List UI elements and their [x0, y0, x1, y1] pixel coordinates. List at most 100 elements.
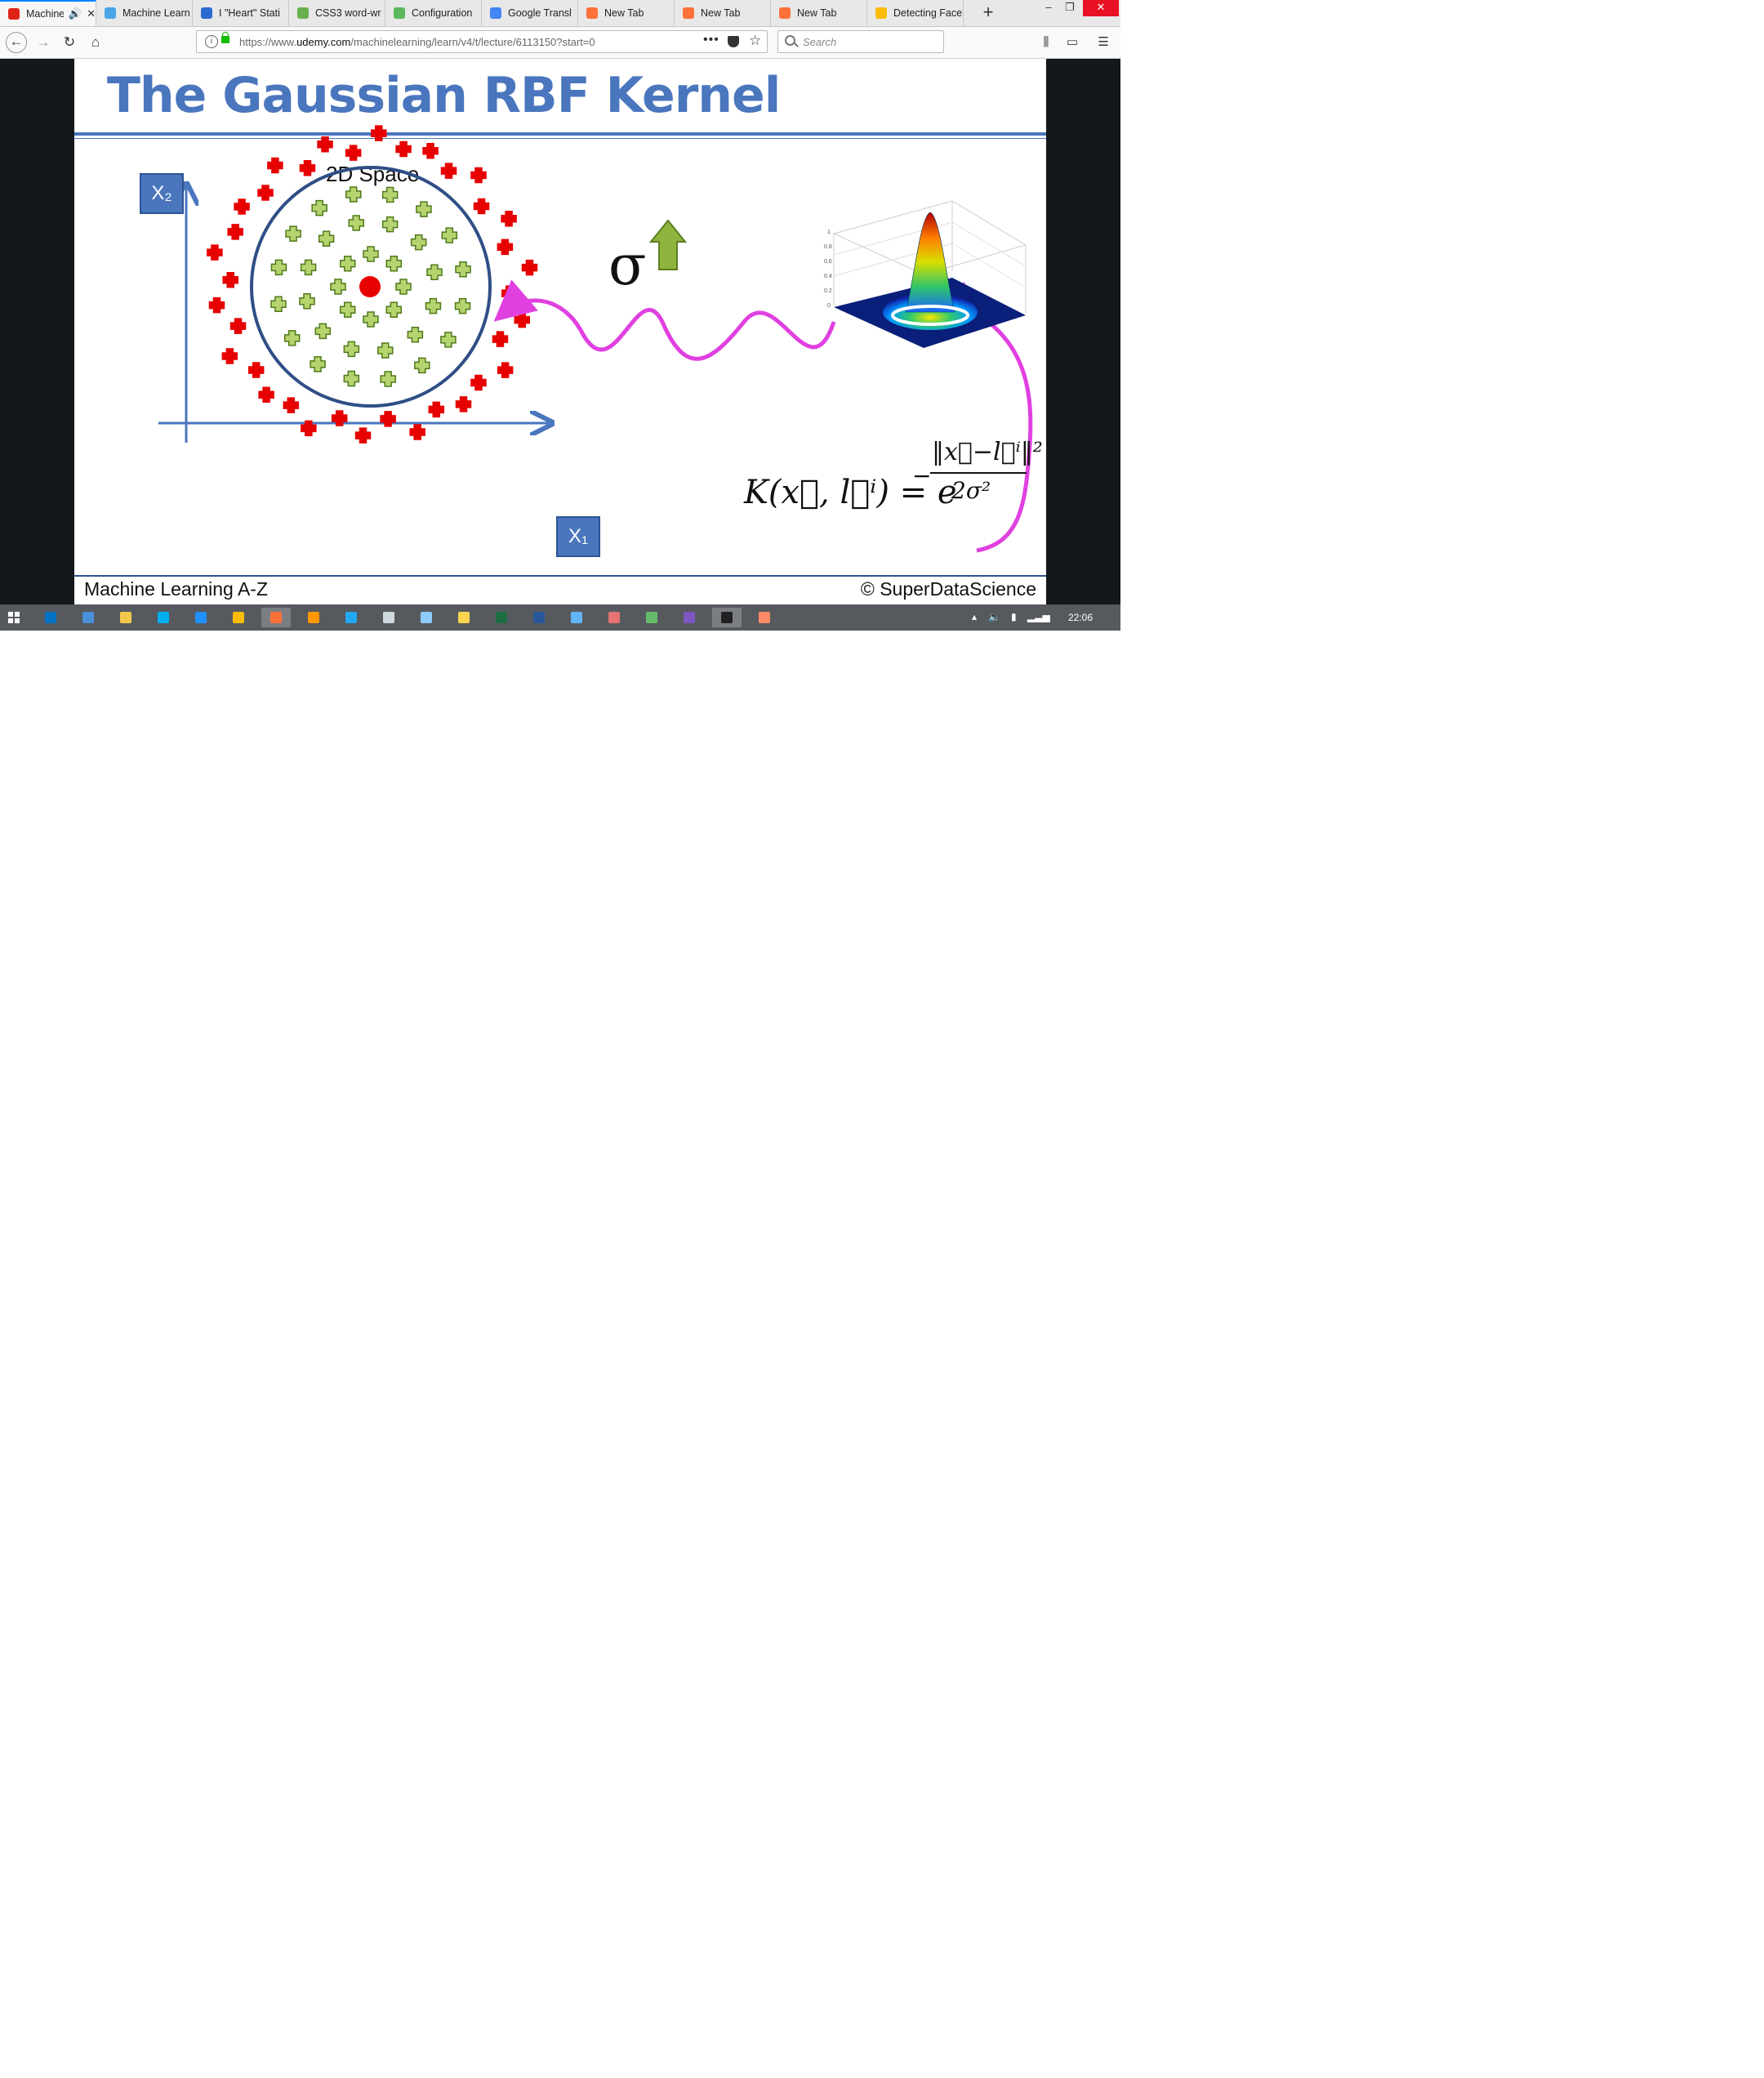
outer-point — [234, 198, 250, 215]
inner-point — [381, 216, 399, 233]
volume-icon[interactable]: 🔈 — [988, 611, 1000, 622]
inner-point — [380, 371, 396, 387]
remote-desktop-icon — [82, 612, 94, 623]
chrome-icon — [875, 7, 887, 19]
windows-start-icon[interactable] — [8, 612, 20, 623]
sidebar-icon[interactable]: ▭ — [1063, 33, 1081, 51]
visual-studio-taskbar-icon[interactable] — [675, 608, 704, 627]
inner-point — [330, 279, 346, 295]
file-explorer-taskbar-icon[interactable] — [111, 608, 140, 627]
inner-point — [363, 311, 379, 328]
tab-close-icon[interactable]: ✕ — [87, 7, 96, 20]
chrome-taskbar-icon[interactable] — [224, 608, 253, 627]
skype-icon — [158, 612, 169, 623]
inner-point — [343, 341, 360, 358]
tab-heart-statistics[interactable]: I "Heart" Stati — [193, 0, 289, 26]
git-taskbar-icon[interactable] — [637, 608, 666, 627]
edge-taskbar-icon[interactable] — [186, 608, 216, 627]
inner-point — [348, 215, 365, 231]
tab-google-translate[interactable]: Google Transl — [482, 0, 578, 26]
info-icon[interactable]: i — [205, 35, 218, 48]
udemy-favicon-icon — [8, 8, 20, 20]
word-taskbar-icon[interactable] — [524, 608, 554, 627]
pocket-icon[interactable] — [728, 36, 739, 47]
firefox-icon — [270, 612, 282, 623]
inner-point — [270, 296, 287, 312]
browser-nav-bar: ← → ↻ ⌂ i https://www.udemy.com/machinel… — [0, 27, 1120, 59]
z-tick-label: 0.2 — [824, 288, 832, 294]
outer-point — [409, 424, 425, 440]
mixer-taskbar-icon[interactable] — [599, 608, 629, 627]
landmark-point — [359, 276, 381, 297]
tab-new-tab-2[interactable]: New Tab — [675, 0, 771, 26]
tab-favicon-icon — [297, 7, 309, 19]
library-icon[interactable]: ⫼ — [1037, 33, 1055, 51]
z-tick-label: 0.4 — [824, 274, 832, 279]
battery-icon[interactable]: ▮ — [1011, 611, 1017, 622]
tab-detecting-faces[interactable]: Detecting Face — [867, 0, 964, 26]
home-icon[interactable]: ⌂ — [85, 32, 106, 53]
inner-point — [425, 297, 442, 314]
forward-arrow-icon[interactable]: → — [33, 32, 54, 53]
excel-taskbar-icon[interactable] — [487, 608, 516, 627]
footer-divider — [74, 575, 1046, 577]
remote-desktop-taskbar-icon[interactable] — [74, 608, 103, 627]
terminal-icon — [721, 612, 733, 623]
outer-point — [473, 198, 490, 215]
sublime-taskbar-icon[interactable] — [299, 608, 328, 627]
visual-studio-icon — [684, 612, 695, 623]
address-bar[interactable]: i https://www.udemy.com/machinelearning/… — [196, 30, 768, 53]
restore-button[interactable]: ❐ — [1054, 0, 1086, 16]
network-icon[interactable]: ▂▃▅ — [1027, 611, 1050, 622]
snipping-taskbar-icon[interactable] — [412, 608, 441, 627]
page-actions-icon[interactable]: ••• — [703, 33, 719, 47]
paint-taskbar-icon[interactable] — [449, 608, 479, 627]
back-arrow-icon[interactable]: ← — [6, 32, 27, 53]
inner-point — [311, 199, 327, 216]
excel-icon — [496, 612, 507, 623]
outer-point — [354, 427, 372, 444]
outlook-taskbar-icon[interactable] — [36, 608, 65, 627]
outer-point — [492, 331, 509, 347]
inner-point — [385, 255, 403, 272]
speaker-icon[interactable]: 🔊 — [69, 7, 82, 20]
inner-point — [285, 225, 301, 242]
printer-taskbar-icon[interactable] — [374, 608, 403, 627]
inner-point — [314, 323, 332, 340]
tab-configuration[interactable]: Configuration — [385, 0, 482, 26]
outer-point — [428, 401, 445, 418]
reload-icon[interactable]: ↻ — [59, 32, 80, 53]
vscode-taskbar-icon[interactable] — [336, 608, 366, 627]
taskbar-clock[interactable]: 22:06 — [1068, 612, 1093, 623]
outer-point — [283, 397, 300, 413]
chrome-dev-taskbar-icon[interactable] — [750, 608, 779, 627]
inner-point — [395, 279, 412, 295]
inner-point — [343, 370, 360, 387]
tab-new-tab-1[interactable]: New Tab — [578, 0, 675, 26]
url-text[interactable]: https://www.udemy.com/machinelearning/le… — [239, 36, 595, 48]
tray-chevron-icon[interactable]: ▴ — [972, 611, 977, 622]
chrome-icon — [233, 612, 244, 623]
inner-point — [318, 230, 335, 247]
paint-icon — [458, 612, 470, 623]
link-taskbar-icon[interactable] — [562, 608, 591, 627]
terminal-taskbar-icon[interactable] — [712, 608, 742, 627]
firefox-taskbar-icon[interactable] — [261, 608, 291, 627]
tab-favicon-icon — [105, 7, 116, 19]
tab-machine-learning-udemy[interactable]: Machine 🔊 ✕ — [0, 0, 96, 26]
z-tick-label: 0 — [827, 303, 831, 309]
z-tick-label: 0.8 — [824, 244, 832, 250]
tab-machine-learning[interactable]: Machine Learn — [96, 0, 193, 26]
tab-favicon-icon — [490, 7, 501, 19]
git-icon — [646, 612, 657, 623]
search-input[interactable]: Search — [777, 30, 944, 53]
tab-css3-word-wrap[interactable]: CSS3 word-wr — [289, 0, 385, 26]
close-window-button[interactable]: ✕ — [1083, 0, 1119, 16]
bookmark-star-icon[interactable]: ☆ — [749, 33, 761, 49]
skype-taskbar-icon[interactable] — [149, 608, 178, 627]
new-tab-button[interactable]: + — [977, 0, 1000, 26]
inner-point — [454, 297, 471, 314]
menu-hamburger-icon[interactable]: ☰ — [1094, 33, 1112, 51]
tab-new-tab-3[interactable]: New Tab — [771, 0, 867, 26]
sublime-icon — [308, 612, 319, 623]
